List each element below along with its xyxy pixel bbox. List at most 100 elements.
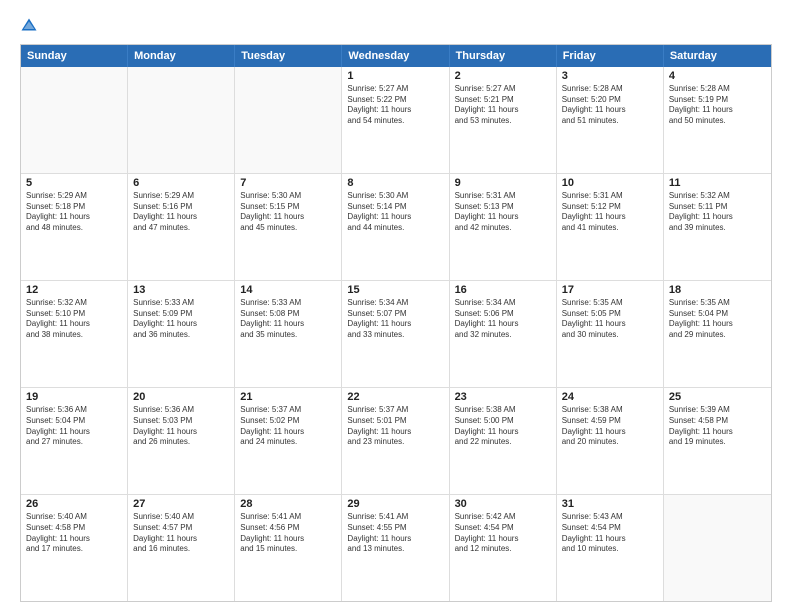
day-number: 27 bbox=[133, 498, 229, 510]
day-info: Sunrise: 5:36 AM Sunset: 5:03 PM Dayligh… bbox=[133, 405, 229, 448]
calendar-day-18: 18Sunrise: 5:35 AM Sunset: 5:04 PM Dayli… bbox=[664, 281, 771, 387]
day-info: Sunrise: 5:27 AM Sunset: 5:22 PM Dayligh… bbox=[347, 84, 443, 127]
calendar-day-6: 6 Sunrise: 5:29 AM Sunset: 5:16 PM Daylig… bbox=[128, 174, 235, 280]
calendar-day-3: 3Sunrise: 5:28 AM Sunset: 5:20 PM Daylig… bbox=[557, 67, 664, 173]
day-number: 14 bbox=[240, 284, 336, 296]
calendar-day-2: 2 Sunrise: 5:27 AM Sunset: 5:21 PM Daylig… bbox=[450, 67, 557, 173]
calendar-day-19: 19Sunrise: 5:36 AM Sunset: 5:04 PM Dayli… bbox=[21, 388, 128, 494]
calendar-day-17: 17 Sunrise: 5:35 AM Sunset: 5:05 PM Dayli… bbox=[557, 281, 664, 387]
calendar-day-empty bbox=[128, 67, 235, 173]
day-info: Sunrise: 5:30 AM Sunset: 5:14 PM Dayligh… bbox=[347, 191, 443, 234]
calendar-row-4: 19Sunrise: 5:36 AM Sunset: 5:04 PM Dayli… bbox=[21, 387, 771, 494]
calendar-header: SundayMondayTuesdayWednesdayThursdayFrid… bbox=[21, 45, 771, 67]
calendar-row-5: 26 Sunrise: 5:40 AM Sunset: 4:58 PM Dayli… bbox=[21, 494, 771, 601]
day-info: Sunrise: 5:34 AM Sunset: 5:06 PM Dayligh… bbox=[455, 298, 551, 341]
calendar-day-26: 26 Sunrise: 5:40 AM Sunset: 4:58 PM Dayli… bbox=[21, 495, 128, 601]
day-info: Sunrise: 5:28 AM Sunset: 5:19 PM Dayligh… bbox=[669, 84, 766, 127]
calendar-day-23: 23 Sunrise: 5:38 AM Sunset: 5:00 PM Dayli… bbox=[450, 388, 557, 494]
day-info: Sunrise: 5:38 AM Sunset: 5:00 PM Dayligh… bbox=[455, 405, 551, 448]
calendar-day-empty bbox=[235, 67, 342, 173]
day-info: Sunrise: 5:29 AM Sunset: 5:18 PM Dayligh… bbox=[26, 191, 122, 234]
day-number: 10 bbox=[562, 177, 658, 189]
weekday-header-monday: Monday bbox=[128, 45, 235, 67]
day-info: Sunrise: 5:42 AM Sunset: 4:54 PM Dayligh… bbox=[455, 512, 551, 555]
day-info: Sunrise: 5:31 AM Sunset: 5:12 PM Dayligh… bbox=[562, 191, 658, 234]
calendar-day-empty bbox=[21, 67, 128, 173]
calendar-day-9: 9Sunrise: 5:31 AM Sunset: 5:13 PM Daylig… bbox=[450, 174, 557, 280]
calendar-day-8: 8 Sunrise: 5:30 AM Sunset: 5:14 PM Daylig… bbox=[342, 174, 449, 280]
day-number: 13 bbox=[133, 284, 229, 296]
weekday-header-saturday: Saturday bbox=[664, 45, 771, 67]
weekday-header-sunday: Sunday bbox=[21, 45, 128, 67]
day-number: 25 bbox=[669, 391, 766, 403]
day-info: Sunrise: 5:41 AM Sunset: 4:56 PM Dayligh… bbox=[240, 512, 336, 555]
day-number: 16 bbox=[455, 284, 551, 296]
calendar-day-28: 28 Sunrise: 5:41 AM Sunset: 4:56 PM Dayli… bbox=[235, 495, 342, 601]
day-info: Sunrise: 5:41 AM Sunset: 4:55 PM Dayligh… bbox=[347, 512, 443, 555]
calendar-day-1: 1 Sunrise: 5:27 AM Sunset: 5:22 PM Daylig… bbox=[342, 67, 449, 173]
day-info: Sunrise: 5:32 AM Sunset: 5:10 PM Dayligh… bbox=[26, 298, 122, 341]
calendar-day-22: 22 Sunrise: 5:37 AM Sunset: 5:01 PM Dayli… bbox=[342, 388, 449, 494]
day-number: 12 bbox=[26, 284, 122, 296]
day-info: Sunrise: 5:31 AM Sunset: 5:13 PM Dayligh… bbox=[455, 191, 551, 234]
calendar-day-27: 27 Sunrise: 5:40 AM Sunset: 4:57 PM Dayli… bbox=[128, 495, 235, 601]
day-info: Sunrise: 5:35 AM Sunset: 5:04 PM Dayligh… bbox=[669, 298, 766, 341]
day-info: Sunrise: 5:40 AM Sunset: 4:58 PM Dayligh… bbox=[26, 512, 122, 555]
calendar-row-2: 5 Sunrise: 5:29 AM Sunset: 5:18 PM Daylig… bbox=[21, 173, 771, 280]
day-info: Sunrise: 5:35 AM Sunset: 5:05 PM Dayligh… bbox=[562, 298, 658, 341]
day-number: 21 bbox=[240, 391, 336, 403]
day-info: Sunrise: 5:39 AM Sunset: 4:58 PM Dayligh… bbox=[669, 405, 766, 448]
calendar-day-15: 15 Sunrise: 5:34 AM Sunset: 5:07 PM Dayli… bbox=[342, 281, 449, 387]
weekday-header-wednesday: Wednesday bbox=[342, 45, 449, 67]
day-number: 22 bbox=[347, 391, 443, 403]
calendar-day-7: 7 Sunrise: 5:30 AM Sunset: 5:15 PM Daylig… bbox=[235, 174, 342, 280]
page: SundayMondayTuesdayWednesdayThursdayFrid… bbox=[0, 0, 792, 612]
weekday-header-thursday: Thursday bbox=[450, 45, 557, 67]
weekday-header-tuesday: Tuesday bbox=[235, 45, 342, 67]
day-info: Sunrise: 5:29 AM Sunset: 5:16 PM Dayligh… bbox=[133, 191, 229, 234]
calendar-day-11: 11 Sunrise: 5:32 AM Sunset: 5:11 PM Dayli… bbox=[664, 174, 771, 280]
day-number: 1 bbox=[347, 70, 443, 82]
day-number: 11 bbox=[669, 177, 766, 189]
day-info: Sunrise: 5:43 AM Sunset: 4:54 PM Dayligh… bbox=[562, 512, 658, 555]
calendar-day-31: 31Sunrise: 5:43 AM Sunset: 4:54 PM Dayli… bbox=[557, 495, 664, 601]
calendar-day-25: 25 Sunrise: 5:39 AM Sunset: 4:58 PM Dayli… bbox=[664, 388, 771, 494]
day-number: 7 bbox=[240, 177, 336, 189]
day-number: 17 bbox=[562, 284, 658, 296]
calendar-day-10: 10 Sunrise: 5:31 AM Sunset: 5:12 PM Dayli… bbox=[557, 174, 664, 280]
calendar-day-20: 20 Sunrise: 5:36 AM Sunset: 5:03 PM Dayli… bbox=[128, 388, 235, 494]
calendar-day-21: 21Sunrise: 5:37 AM Sunset: 5:02 PM Dayli… bbox=[235, 388, 342, 494]
calendar-day-14: 14 Sunrise: 5:33 AM Sunset: 5:08 PM Dayli… bbox=[235, 281, 342, 387]
day-number: 5 bbox=[26, 177, 122, 189]
calendar-day-16: 16 Sunrise: 5:34 AM Sunset: 5:06 PM Dayli… bbox=[450, 281, 557, 387]
day-info: Sunrise: 5:27 AM Sunset: 5:21 PM Dayligh… bbox=[455, 84, 551, 127]
day-number: 15 bbox=[347, 284, 443, 296]
day-number: 23 bbox=[455, 391, 551, 403]
day-info: Sunrise: 5:34 AM Sunset: 5:07 PM Dayligh… bbox=[347, 298, 443, 341]
day-number: 19 bbox=[26, 391, 122, 403]
day-info: Sunrise: 5:37 AM Sunset: 5:01 PM Dayligh… bbox=[347, 405, 443, 448]
calendar-day-empty bbox=[664, 495, 771, 601]
calendar-day-24: 24Sunrise: 5:38 AM Sunset: 4:59 PM Dayli… bbox=[557, 388, 664, 494]
day-info: Sunrise: 5:33 AM Sunset: 5:08 PM Dayligh… bbox=[240, 298, 336, 341]
calendar-day-13: 13Sunrise: 5:33 AM Sunset: 5:09 PM Dayli… bbox=[128, 281, 235, 387]
day-info: Sunrise: 5:32 AM Sunset: 5:11 PM Dayligh… bbox=[669, 191, 766, 234]
day-info: Sunrise: 5:30 AM Sunset: 5:15 PM Dayligh… bbox=[240, 191, 336, 234]
day-number: 20 bbox=[133, 391, 229, 403]
day-info: Sunrise: 5:40 AM Sunset: 4:57 PM Dayligh… bbox=[133, 512, 229, 555]
day-number: 29 bbox=[347, 498, 443, 510]
calendar-day-29: 29 Sunrise: 5:41 AM Sunset: 4:55 PM Dayli… bbox=[342, 495, 449, 601]
day-number: 26 bbox=[26, 498, 122, 510]
logo bbox=[20, 16, 42, 36]
day-number: 4 bbox=[669, 70, 766, 82]
day-info: Sunrise: 5:28 AM Sunset: 5:20 PM Dayligh… bbox=[562, 84, 658, 127]
day-info: Sunrise: 5:38 AM Sunset: 4:59 PM Dayligh… bbox=[562, 405, 658, 448]
header bbox=[20, 16, 772, 36]
day-number: 6 bbox=[133, 177, 229, 189]
calendar-day-5: 5 Sunrise: 5:29 AM Sunset: 5:18 PM Daylig… bbox=[21, 174, 128, 280]
day-number: 2 bbox=[455, 70, 551, 82]
calendar-day-30: 30Sunrise: 5:42 AM Sunset: 4:54 PM Dayli… bbox=[450, 495, 557, 601]
logo-icon bbox=[20, 17, 38, 35]
day-number: 8 bbox=[347, 177, 443, 189]
day-number: 28 bbox=[240, 498, 336, 510]
